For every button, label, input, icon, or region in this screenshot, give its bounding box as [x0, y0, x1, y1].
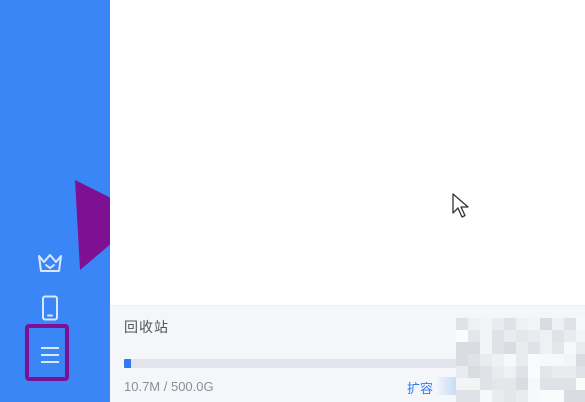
mosaic-block — [528, 318, 540, 330]
mosaic-block — [564, 354, 576, 366]
mosaic-block — [576, 354, 585, 366]
mosaic-block — [492, 318, 504, 330]
mosaic-block — [480, 354, 492, 366]
mosaic-block — [540, 366, 552, 378]
mouse-cursor-icon — [452, 193, 469, 218]
mosaic-block — [552, 330, 564, 342]
mosaic-block — [516, 318, 528, 330]
mosaic-block — [492, 354, 504, 366]
mosaic-block — [456, 342, 468, 354]
storage-progress-bar — [124, 359, 459, 368]
mosaic-block — [456, 366, 468, 378]
mosaic-block — [468, 390, 480, 402]
mosaic-block — [468, 318, 480, 330]
mosaic-block — [552, 390, 564, 402]
recycle-bin-link[interactable]: 回收站 — [124, 317, 169, 337]
mosaic-block — [468, 342, 480, 354]
mosaic-block — [504, 342, 516, 354]
footer-divider — [110, 305, 585, 306]
mosaic-block — [576, 318, 585, 330]
mosaic-block — [480, 366, 492, 378]
mosaic-block — [540, 330, 552, 342]
mosaic-block — [540, 342, 552, 354]
mosaic-block — [504, 366, 516, 378]
mosaic-block — [576, 342, 585, 354]
mosaic-block — [480, 330, 492, 342]
mosaic-block — [528, 330, 540, 342]
mosaic-block — [468, 354, 480, 366]
mosaic-block — [528, 342, 540, 354]
mosaic-block — [492, 330, 504, 342]
mosaic-block — [456, 330, 468, 342]
mosaic-block — [480, 390, 492, 402]
pixelated-mosaic — [456, 318, 585, 402]
mosaic-block — [456, 378, 468, 390]
expand-storage-link[interactable]: 扩容 — [407, 378, 433, 397]
annotation-highlight-box — [25, 324, 69, 381]
blur-overlay — [436, 377, 456, 395]
mosaic-block — [552, 342, 564, 354]
crown-icon[interactable] — [35, 248, 65, 278]
storage-usage-text: 10.7M / 500.0G — [124, 379, 214, 394]
mosaic-block — [552, 354, 564, 366]
mosaic-block — [516, 330, 528, 342]
mosaic-block — [516, 390, 528, 402]
mosaic-block — [516, 366, 528, 378]
mosaic-block — [492, 366, 504, 378]
mosaic-block — [552, 366, 564, 378]
mosaic-block — [564, 390, 576, 402]
mosaic-block — [528, 390, 540, 402]
mosaic-block — [468, 378, 480, 390]
mosaic-block — [528, 354, 540, 366]
phone-icon[interactable] — [35, 293, 65, 323]
mosaic-block — [480, 318, 492, 330]
mosaic-block — [540, 390, 552, 402]
mosaic-block — [528, 378, 540, 390]
mosaic-block — [504, 390, 516, 402]
mosaic-block — [540, 378, 552, 390]
mosaic-block — [540, 318, 552, 330]
mosaic-block — [552, 318, 564, 330]
mosaic-block — [516, 342, 528, 354]
mosaic-block — [456, 390, 468, 402]
mosaic-block — [564, 342, 576, 354]
storage-progress-fill — [124, 359, 131, 368]
mosaic-block — [576, 330, 585, 342]
mosaic-block — [516, 354, 528, 366]
mosaic-block — [504, 318, 516, 330]
mosaic-block — [492, 378, 504, 390]
mosaic-block — [456, 354, 468, 366]
mosaic-block — [576, 390, 585, 402]
mosaic-block — [480, 378, 492, 390]
mosaic-block — [540, 354, 552, 366]
mosaic-block — [516, 378, 528, 390]
mosaic-block — [552, 378, 564, 390]
mosaic-block — [504, 330, 516, 342]
mosaic-block — [564, 318, 576, 330]
mosaic-block — [492, 342, 504, 354]
mosaic-block — [564, 366, 576, 378]
mosaic-block — [564, 378, 576, 390]
mosaic-block — [456, 318, 468, 330]
mosaic-block — [480, 342, 492, 354]
mosaic-block — [492, 390, 504, 402]
mosaic-block — [468, 330, 480, 342]
mosaic-block — [504, 354, 516, 366]
mosaic-block — [528, 366, 540, 378]
mosaic-block — [576, 366, 585, 378]
mosaic-block — [504, 378, 516, 390]
app-window: 回收站 10.7M / 500.0G 扩容 — [0, 0, 585, 402]
mosaic-block — [564, 330, 576, 342]
mosaic-block — [468, 366, 480, 378]
mosaic-block — [576, 378, 585, 390]
